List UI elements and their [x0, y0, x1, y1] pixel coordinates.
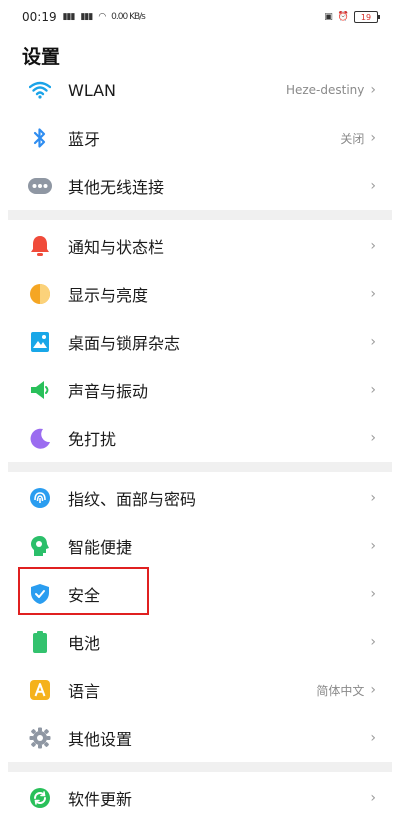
chevron-right-icon: › [370, 586, 376, 602]
status-left: 00:19 ▮▮▮ ▮▮▮ ◠ 0.00 KB/s [22, 10, 146, 24]
chevron-right-icon: › [370, 82, 376, 98]
status-time: 00:19 [22, 10, 57, 24]
settings-item-sound[interactable]: 声音与振动 › [0, 366, 400, 414]
network-speed: 0.00 KB/s [111, 12, 146, 22]
chevron-right-icon: › [370, 382, 376, 398]
section-divider [8, 762, 392, 772]
chevron-right-icon: › [370, 538, 376, 554]
chevron-right-icon: › [370, 430, 376, 446]
nfc-icon: ▣ [324, 12, 332, 22]
battery-indicator: 19 [354, 11, 380, 23]
settings-item-label: 通知与状态栏 [68, 238, 165, 257]
display-icon [28, 282, 52, 306]
page-title: 设置 [22, 46, 61, 68]
chevron-right-icon: › [370, 682, 376, 698]
highlight-box [18, 567, 149, 615]
chevron-right-icon: › [370, 286, 376, 302]
settings-item-display[interactable]: 显示与亮度 › [0, 270, 400, 318]
settings-item-wlan[interactable]: WLAN Heze-destiny › [0, 66, 400, 114]
settings-item-other-settings[interactable]: 其他设置 › [0, 714, 400, 762]
settings-item-label: WLAN [68, 80, 117, 100]
settings-item-bluetooth[interactable]: 蓝牙 关闭 › [0, 114, 400, 162]
settings-item-do-not-disturb[interactable]: 免打扰 › [0, 414, 400, 462]
settings-item-value: 关闭 [340, 131, 365, 146]
settings-item-other-wireless[interactable]: 其他无线连接 › [0, 162, 400, 210]
settings-item-biometrics[interactable]: 指纹、面部与密码 › [0, 474, 400, 522]
chevron-right-icon: › [370, 178, 376, 194]
section-divider [8, 462, 392, 472]
alarm-icon: ⏰ [337, 12, 349, 22]
settings-item-notifications[interactable]: 通知与状态栏 › [0, 222, 400, 270]
settings-item-label: 软件更新 [68, 790, 133, 809]
settings-item-wallpaper[interactable]: 桌面与锁屏杂志 › [0, 318, 400, 366]
battery-icon [28, 630, 52, 654]
fingerprint-icon [28, 486, 52, 510]
settings-item-label: 桌面与锁屏杂志 [68, 334, 181, 353]
chevron-right-icon: › [370, 790, 376, 806]
settings-item-label: 其他无线连接 [68, 178, 165, 197]
settings-item-label: 显示与亮度 [68, 286, 149, 305]
settings-item-label: 电池 [68, 634, 101, 653]
settings-item-software-update[interactable]: 软件更新 › [0, 774, 400, 822]
wifi-status-icon: ◠ [98, 12, 106, 22]
settings-item-label: 语言 [68, 682, 101, 701]
settings-item-value: Heze-destiny [285, 83, 365, 97]
signal-icon-2: ▮▮▮ [80, 12, 93, 22]
status-right: ▣ ⏰ 19 [324, 11, 380, 23]
bell-icon [28, 234, 52, 258]
more-connections-icon [28, 174, 52, 198]
speaker-icon [28, 378, 52, 402]
settings-item-label: 其他设置 [68, 730, 133, 749]
chevron-right-icon: › [370, 634, 376, 650]
settings-item-battery[interactable]: 电池 › [0, 618, 400, 666]
settings-item-label: 指纹、面部与密码 [68, 490, 197, 509]
settings-item-label: 免打扰 [68, 430, 117, 449]
wallpaper-icon [28, 330, 52, 354]
section-divider [8, 210, 392, 220]
chevron-right-icon: › [370, 730, 376, 746]
settings-item-label: 蓝牙 [68, 130, 101, 149]
settings-item-smart-assist[interactable]: 智能便捷 › [0, 522, 400, 570]
settings-item-value: 简体中文 [316, 683, 365, 698]
chevron-right-icon: › [370, 238, 376, 254]
smart-assist-icon [28, 534, 52, 558]
status-bar: 00:19 ▮▮▮ ▮▮▮ ◠ 0.00 KB/s ▣ ⏰ 19 [0, 0, 400, 34]
wifi-icon [28, 78, 52, 102]
settings-item-label: 声音与振动 [68, 382, 149, 401]
chevron-right-icon: › [370, 130, 376, 146]
update-icon [28, 786, 52, 810]
gear-icon [28, 726, 52, 750]
signal-icon: ▮▮▮ [62, 12, 76, 22]
language-icon [28, 678, 52, 702]
settings-item-language[interactable]: 语言 简体中文 › [0, 666, 400, 714]
settings-item-label: 智能便捷 [68, 538, 133, 557]
bluetooth-icon [28, 126, 52, 150]
battery-level: 19 [360, 12, 372, 22]
moon-icon [28, 426, 52, 450]
chevron-right-icon: › [370, 334, 376, 350]
chevron-right-icon: › [370, 490, 376, 506]
